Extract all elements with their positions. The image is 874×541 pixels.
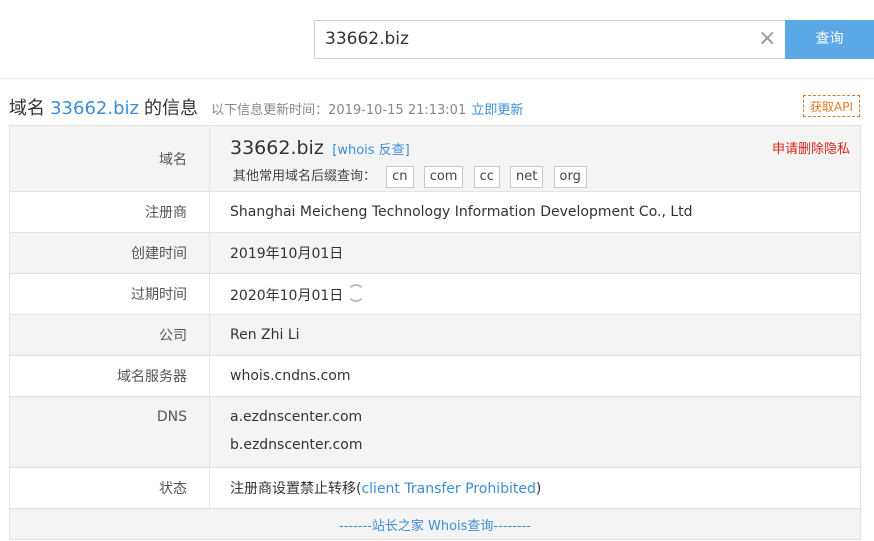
refresh-icon[interactable]: [347, 283, 366, 302]
title-prefix: 域名: [9, 98, 45, 119]
table-row: DNS a.ezdnscenter.com b.ezdnscenter.com: [9, 396, 861, 468]
dns-server-2: b.ezdnscenter.com: [230, 437, 363, 453]
divider: [0, 78, 874, 79]
privacy-delete-link[interactable]: 申请删除隐私: [772, 138, 850, 157]
search-input[interactable]: 33662.biz: [314, 20, 797, 59]
footer-link[interactable]: -------站长之家 Whois查询--------: [9, 508, 861, 540]
row-label-domain: 域名: [9, 125, 210, 192]
search-bar: 33662.biz × 查询: [314, 20, 874, 59]
clear-icon[interactable]: ×: [758, 28, 776, 50]
suffix-net[interactable]: net: [510, 166, 544, 188]
title-suffix: 的信息: [144, 98, 199, 119]
row-label-registrar: 注册商: [9, 191, 210, 233]
row-value-company: Ren Zhi Li: [209, 314, 861, 356]
row-label-company: 公司: [9, 314, 210, 356]
row-value-created: 2019年10月01日: [209, 232, 861, 274]
suffix-prompt: 其他常用域名后缀查询：: [233, 169, 377, 184]
expires-value: 2020年10月01日: [230, 287, 344, 304]
row-label-status: 状态: [9, 467, 210, 509]
suffix-cc[interactable]: cc: [473, 166, 500, 188]
status-prefix: 注册商设置禁止转移(: [230, 481, 362, 497]
row-label-expires: 过期时间: [9, 273, 210, 315]
table-row: 状态 注册商设置禁止转移(client Transfer Prohibited): [9, 467, 861, 509]
table-row: 域名服务器 whois.cndns.com: [9, 355, 861, 397]
status-suffix: ): [535, 481, 542, 497]
status-link[interactable]: client Transfer Prohibited: [361, 481, 535, 497]
table-row: 公司 Ren Zhi Li: [9, 314, 861, 356]
table-row: 创建时间 2019年10月01日: [9, 232, 861, 274]
dns-server-1: a.ezdnscenter.com: [230, 409, 363, 425]
suffix-org[interactable]: org: [553, 166, 587, 188]
update-now-link[interactable]: 立即更新: [471, 103, 523, 118]
page-title: 域名 33662.biz 的信息 以下信息更新时间：2019-10-15 21:…: [9, 94, 523, 119]
row-value-expires: 2020年10月01日: [209, 273, 861, 315]
table-row: 过期时间 2020年10月01日: [9, 273, 861, 315]
table-row: 注册商 Shanghai Meicheng Technology Informa…: [9, 191, 861, 233]
table-row: 域名 33662.biz [whois 反查] 申请删除隐私 其他常用域名后缀查…: [9, 125, 861, 192]
row-value-status: 注册商设置禁止转移(client Transfer Prohibited): [209, 467, 861, 509]
suffix-com[interactable]: com: [423, 166, 464, 188]
row-value-whois-server: whois.cndns.com: [209, 355, 861, 397]
domain-value: 33662.biz: [230, 137, 324, 159]
whois-table: 域名 33662.biz [whois 反查] 申请删除隐私 其他常用域名后缀查…: [9, 125, 861, 540]
table-row: -------站长之家 Whois查询--------: [9, 508, 861, 540]
whois-reverse-link[interactable]: [whois 反查]: [332, 143, 410, 158]
row-value-domain: 33662.biz [whois 反查] 申请删除隐私 其他常用域名后缀查询： …: [209, 125, 861, 192]
get-api-button[interactable]: 获取API: [803, 95, 860, 117]
search-button[interactable]: 查询: [785, 20, 874, 59]
row-label-created: 创建时间: [9, 232, 210, 274]
title-domain: 33662.biz: [50, 98, 139, 119]
update-time: 以下信息更新时间：2019-10-15 21:13:01: [211, 103, 467, 118]
suffix-line: 其他常用域名后缀查询： cn com cc net org: [230, 165, 860, 188]
row-value-dns: a.ezdnscenter.com b.ezdnscenter.com: [209, 396, 861, 468]
row-value-registrar: Shanghai Meicheng Technology Information…: [209, 191, 861, 233]
suffix-cn[interactable]: cn: [386, 166, 414, 188]
row-label-dns: DNS: [9, 396, 210, 468]
row-label-whois-server: 域名服务器: [9, 355, 210, 397]
